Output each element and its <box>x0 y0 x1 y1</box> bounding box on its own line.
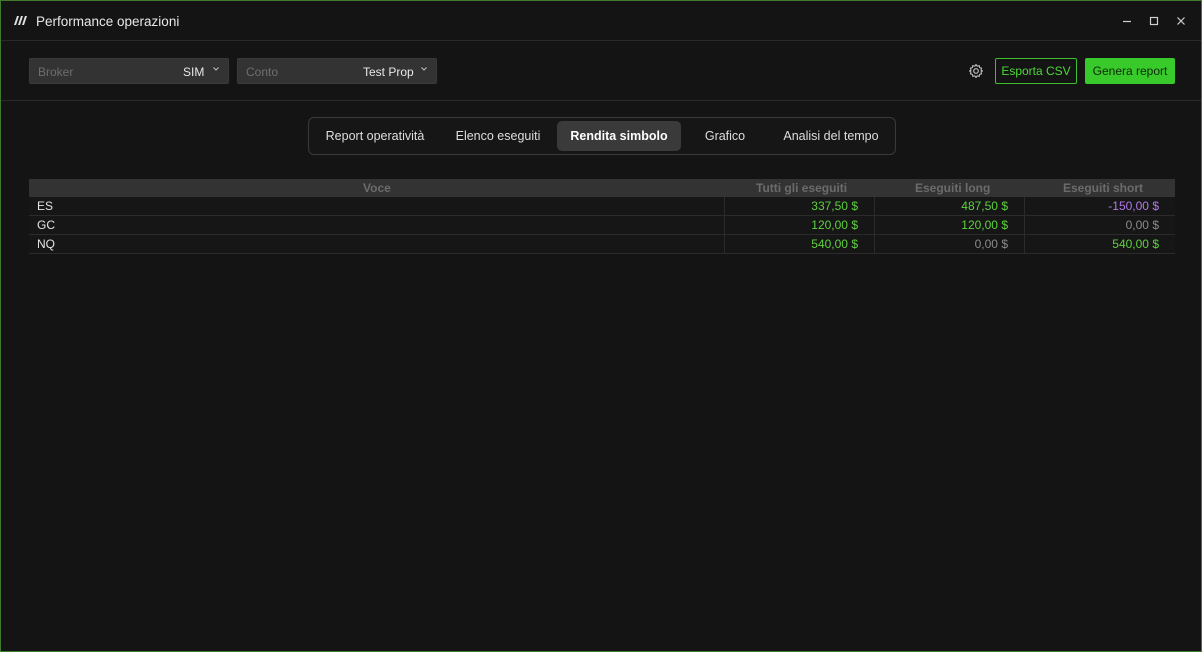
column-header-long[interactable]: Eseguiti long <box>915 181 990 195</box>
column-header-voce[interactable]: Voce <box>363 181 391 195</box>
all-trades-cell: 120,00 $ <box>724 216 874 235</box>
tab-analisi-del-tempo[interactable]: Analisi del tempo <box>771 121 891 151</box>
generate-report-button[interactable]: Genera report <box>1085 58 1175 84</box>
symbol-cell: NQ <box>37 237 55 251</box>
close-button[interactable] <box>1173 13 1189 29</box>
long-trades-cell: 0,00 $ <box>874 235 1024 254</box>
all-trades-cell: 540,00 $ <box>724 235 874 254</box>
table-header: Voce Tutti gli eseguiti Eseguiti long Es… <box>29 179 1175 197</box>
long-trades-cell: 487,50 $ <box>874 197 1024 216</box>
column-header-tutti[interactable]: Tutti gli eseguiti <box>756 181 847 195</box>
minimize-button[interactable] <box>1119 13 1135 29</box>
chevron-down-icon <box>213 67 219 71</box>
table-row[interactable]: GC 120,00 $ 120,00 $ 0,00 $ <box>29 216 1175 235</box>
maximize-icon <box>1149 16 1159 26</box>
gear-icon[interactable] <box>968 63 984 79</box>
short-trades-cell: 0,00 $ <box>1024 216 1175 235</box>
title-bar: Performance operazioni <box>1 1 1201 41</box>
tab-grafico[interactable]: Grafico <box>689 121 761 151</box>
tab-report-operativita[interactable]: Report operatività <box>313 121 437 151</box>
broker-select[interactable]: Broker SIM <box>29 58 229 84</box>
close-icon <box>1177 17 1185 25</box>
window-title: Performance operazioni <box>36 14 180 29</box>
tab-bar: Report operatività Elenco eseguiti Rendi… <box>308 117 896 155</box>
app-logo-icon <box>14 16 27 25</box>
maximize-button[interactable] <box>1146 13 1162 29</box>
table-row[interactable]: ES 337,50 $ 487,50 $ -150,00 $ <box>29 197 1175 216</box>
short-trades-cell: 540,00 $ <box>1024 235 1175 254</box>
export-csv-button[interactable]: Esporta CSV <box>995 58 1077 84</box>
broker-value: SIM <box>183 65 205 79</box>
minimize-icon <box>1123 20 1131 23</box>
tab-elenco-eseguiti[interactable]: Elenco eseguiti <box>445 121 551 151</box>
long-trades-cell: 120,00 $ <box>874 216 1024 235</box>
app-window: Performance operazioni Broker SIM Conto … <box>0 0 1202 652</box>
symbol-cell: GC <box>37 218 55 232</box>
broker-placeholder: Broker <box>38 65 74 79</box>
short-trades-cell: -150,00 $ <box>1024 197 1175 216</box>
conto-select[interactable]: Conto Test Prop <box>237 58 437 84</box>
conto-placeholder: Conto <box>246 65 279 79</box>
all-trades-cell: 337,50 $ <box>724 197 874 216</box>
tab-rendita-simbolo[interactable]: Rendita simbolo <box>557 121 681 151</box>
table-row[interactable]: NQ 540,00 $ 0,00 $ 540,00 $ <box>29 235 1175 254</box>
toolbar: Broker SIM Conto Test Prop Esporta CSV G… <box>1 41 1201 101</box>
symbol-cell: ES <box>37 199 54 213</box>
column-header-short[interactable]: Eseguiti short <box>1063 181 1143 195</box>
chevron-down-icon <box>421 67 427 71</box>
conto-value: Test Prop <box>363 65 414 79</box>
